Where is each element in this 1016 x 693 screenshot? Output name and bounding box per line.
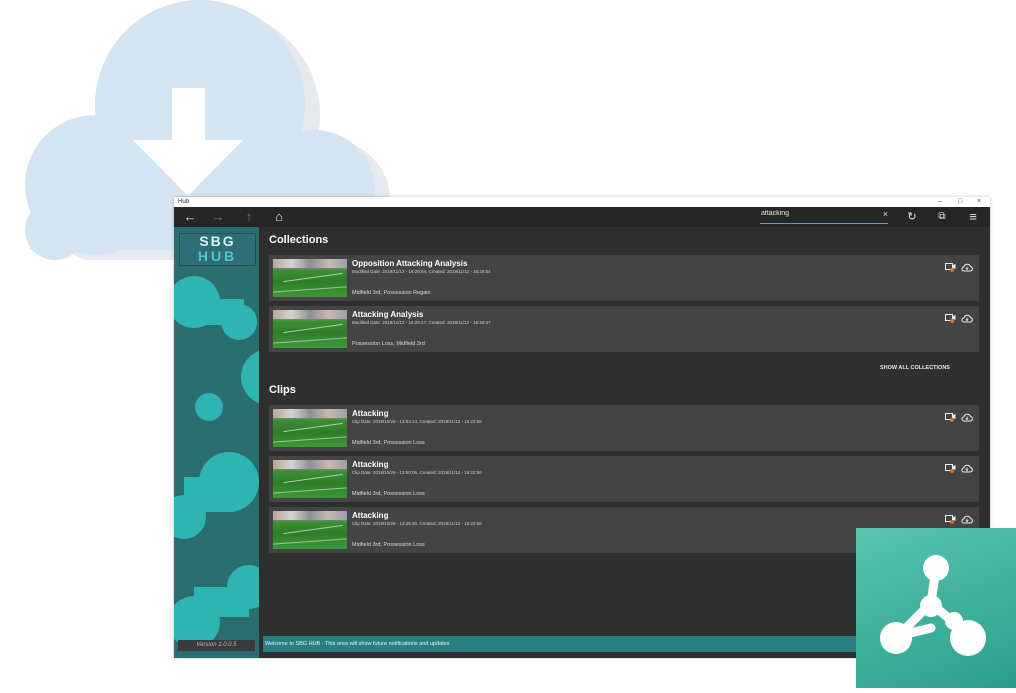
collection-thumbnail[interactable] <box>273 259 347 297</box>
clear-search-icon[interactable]: × <box>883 209 888 219</box>
clip-tags: Midfield 3rd, Possession Loss <box>352 491 425 497</box>
toolbar: ← → ↑ ⌂ × ↻ ⧉ ≡ <box>174 207 990 227</box>
cloud-download-icon[interactable] <box>961 515 973 524</box>
collection-title: Attacking Analysis <box>352 310 424 319</box>
clip-thumbnail[interactable] <box>273 511 347 549</box>
cloud-download-icon[interactable] <box>961 413 973 422</box>
sbg-hub-logo: SBG HUB <box>179 233 256 266</box>
version-label: Version 1.0.0.5 <box>178 640 255 651</box>
clip-thumbnail[interactable] <box>273 409 347 447</box>
collection-meta: Modified Date: 2019/11/12 - 16:29:54, Cr… <box>352 269 491 274</box>
collection-card[interactable]: Opposition Attacking Analysis Modified D… <box>269 255 979 301</box>
clip-tags: Midfield 3rd, Possession Loss <box>352 542 425 548</box>
clip-title: Attacking <box>352 511 389 520</box>
sidebar: SBG HUB Version 1.0.0.5 <box>174 227 259 658</box>
logo-text-bottom: HUB <box>197 248 238 264</box>
clip-tags: Midfield 3rd, Possession Loss <box>352 440 425 446</box>
cloud-download-icon[interactable] <box>961 464 973 473</box>
brand-tile <box>856 528 1016 688</box>
window-title: Hub <box>178 199 190 205</box>
close-button[interactable]: × <box>977 197 981 207</box>
clip-title: Attacking <box>352 460 389 469</box>
clip-thumbnail[interactable] <box>273 460 347 498</box>
clip-title: Attacking <box>352 409 389 418</box>
network-pattern-icon <box>174 276 259 648</box>
video-icon[interactable] <box>945 314 956 323</box>
back-arrow-icon[interactable]: ← <box>182 207 198 227</box>
video-icon[interactable] <box>945 263 956 272</box>
clip-card[interactable]: Attacking Clip Date: 2019/10/29 - 13:50:… <box>269 456 979 502</box>
collection-tags: Midfield 3rd, Possession Regain <box>352 290 431 296</box>
cloud-download-icon[interactable] <box>961 314 973 323</box>
network-logo-icon <box>880 555 986 656</box>
title-bar: Hub – □ × <box>174 197 990 207</box>
clip-meta: Clip Date: 2019/10/29 - 13:50:06, Create… <box>352 470 482 475</box>
forward-arrow-icon[interactable]: → <box>210 207 226 227</box>
collections-heading: Collections <box>269 234 329 246</box>
collection-meta: Modified Date: 2019/11/12 - 16:29:47, Cr… <box>352 320 491 325</box>
clip-meta: Clip Date: 2019/10/29 - 13:45:20, Create… <box>352 521 482 526</box>
menu-icon[interactable]: ≡ <box>965 207 981 227</box>
maximize-button[interactable]: □ <box>958 197 962 207</box>
search-input[interactable] <box>760 210 871 217</box>
collection-tags: Possession Loss, Midfield 3rd <box>352 341 425 347</box>
up-arrow-icon[interactable]: ↑ <box>241 207 257 227</box>
collection-title: Opposition Attacking Analysis <box>352 259 468 268</box>
cloud-download-icon[interactable] <box>961 263 973 272</box>
video-icon[interactable] <box>945 515 956 524</box>
show-all-collections-button[interactable]: SHOW ALL COLLECTIONS <box>880 365 950 371</box>
collection-card[interactable]: Attacking Analysis Modified Date: 2019/1… <box>269 306 979 352</box>
home-icon[interactable]: ⌂ <box>271 207 287 227</box>
search-field[interactable]: × <box>760 209 888 224</box>
video-icon[interactable] <box>945 464 956 473</box>
clips-heading: Clips <box>269 384 296 396</box>
collection-thumbnail[interactable] <box>273 310 347 348</box>
refresh-icon[interactable]: ↻ <box>904 207 920 227</box>
open-external-icon[interactable]: ⧉ <box>934 207 950 227</box>
video-icon[interactable] <box>945 413 956 422</box>
logo-text-top: SBG <box>199 233 236 249</box>
minimize-button[interactable]: – <box>938 197 942 207</box>
clip-meta: Clip Date: 2019/10/29 - 13:53:14, Create… <box>352 419 482 424</box>
clip-card[interactable]: Attacking Clip Date: 2019/10/29 - 13:53:… <box>269 405 979 451</box>
